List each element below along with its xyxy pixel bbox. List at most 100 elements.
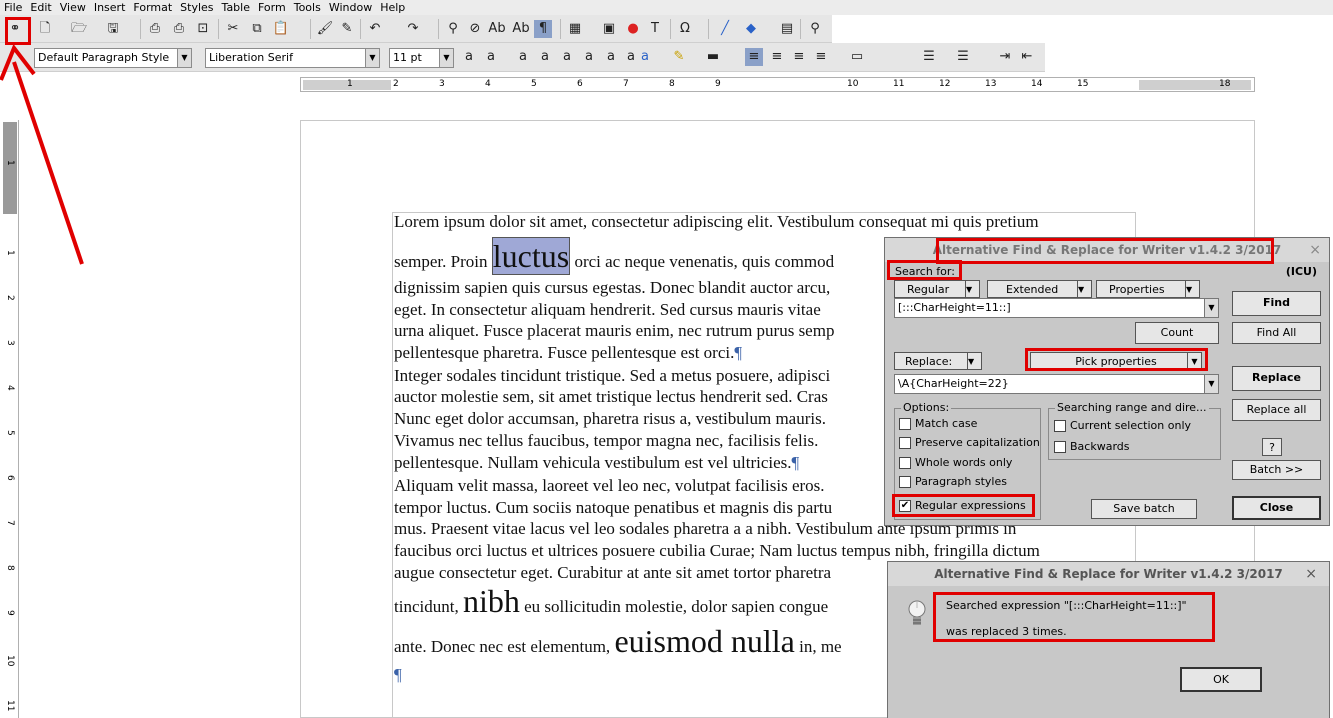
shapes-icon[interactable]: ◆ bbox=[742, 20, 760, 38]
text-line[interactable]: ¶ bbox=[394, 665, 402, 685]
menu-help[interactable]: Help bbox=[376, 0, 409, 15]
text-line[interactable]: Integer sodales tincidunt tristique. Sed… bbox=[394, 366, 830, 386]
find-button[interactable]: Find bbox=[1232, 291, 1321, 316]
font-color-icon[interactable]: a bbox=[636, 48, 654, 66]
undo-icon[interactable]: ↶ bbox=[366, 20, 384, 38]
list-icon[interactable]: ☰ bbox=[920, 48, 938, 66]
text-box-icon[interactable]: T bbox=[646, 20, 664, 38]
range-checkbox[interactable] bbox=[1054, 420, 1066, 432]
option-checkbox[interactable] bbox=[899, 457, 911, 469]
menu-view[interactable]: View bbox=[56, 0, 90, 15]
save-batch-button[interactable]: Save batch bbox=[1091, 499, 1197, 519]
menu-insert[interactable]: Insert bbox=[90, 0, 130, 15]
replace-button[interactable]: Replace bbox=[1232, 366, 1321, 391]
text-line[interactable]: Nunc eget dolor accumsan, pharetra risus… bbox=[394, 409, 826, 429]
batch-button[interactable]: Batch >> bbox=[1232, 460, 1321, 480]
redo-icon[interactable]: ↷ bbox=[404, 20, 422, 38]
superscript-icon[interactable]: a bbox=[602, 48, 620, 66]
horizontal-ruler[interactable]: 1 2 3 4 5 6 7 8 9 10 11 12 13 14 15 18 bbox=[300, 77, 1255, 92]
export-pdf-icon[interactable]: ⎙ bbox=[146, 20, 164, 38]
increase-indent-icon[interactable]: ⇥ bbox=[996, 48, 1014, 66]
chart-icon[interactable]: ● bbox=[624, 20, 642, 38]
strikethrough-icon[interactable]: a bbox=[580, 48, 598, 66]
text-line[interactable]: urna aliquet. Fusce placerat mauris enim… bbox=[394, 321, 834, 341]
font-name-select[interactable]: Liberation Serif ▼ bbox=[205, 48, 380, 68]
mode-extended-select[interactable]: Extended ▼ bbox=[987, 280, 1092, 298]
replace-input[interactable]: \A{CharHeight=22} ▼ bbox=[894, 374, 1219, 394]
help-button[interactable]: ? bbox=[1262, 438, 1282, 456]
binoculars-icon[interactable]: ⚭ bbox=[6, 20, 24, 38]
menu-tools[interactable]: Tools bbox=[290, 0, 325, 15]
save-icon[interactable]: 🖫 bbox=[104, 20, 122, 38]
decrease-indent-icon[interactable]: ⇤ bbox=[1018, 48, 1036, 66]
copy-icon[interactable]: ⧉ bbox=[248, 20, 266, 38]
zoom-icon[interactable]: ⚲ bbox=[806, 20, 824, 38]
print-icon[interactable]: ⎙ bbox=[170, 20, 188, 38]
update-style-icon[interactable]: a bbox=[460, 48, 478, 66]
close-icon[interactable]: × bbox=[1305, 566, 1317, 582]
option-checkbox[interactable] bbox=[899, 437, 911, 449]
replace-mode-select[interactable]: Replace: ▼ bbox=[894, 352, 982, 370]
form-icon[interactable]: ▤ bbox=[778, 20, 796, 38]
bold-icon[interactable]: a bbox=[514, 48, 532, 66]
text-line[interactable]: dignissim sapien quis cursus egestas. Do… bbox=[394, 278, 830, 298]
special-character-icon[interactable]: Ω bbox=[676, 20, 694, 38]
text-line[interactable]: Aliquam velit massa, laoreet vel leo nec… bbox=[394, 476, 825, 496]
align-right-icon[interactable]: ≡ bbox=[790, 48, 808, 66]
option-checkbox[interactable]: ✔ bbox=[899, 500, 911, 512]
close-button[interactable]: Close bbox=[1232, 496, 1321, 520]
text-line[interactable]: ante. Donec nec est elementum, euismod n… bbox=[394, 625, 842, 657]
mode-properties-select[interactable]: Properties ▼ bbox=[1096, 280, 1200, 298]
justify-icon[interactable]: ≡ bbox=[812, 48, 830, 66]
new-style-icon[interactable]: a bbox=[482, 48, 500, 66]
clone-formatting-icon[interactable]: 🖌 bbox=[316, 20, 334, 38]
menu-edit[interactable]: Edit bbox=[26, 0, 55, 15]
font-size-select[interactable]: 11 pt ▼ bbox=[389, 48, 454, 68]
italic-icon[interactable]: a bbox=[536, 48, 554, 66]
highlight-icon[interactable]: ✎ bbox=[670, 48, 688, 66]
new-document-icon[interactable]: 🗋 bbox=[36, 20, 54, 38]
clear-formatting-icon[interactable]: ✎ bbox=[338, 20, 356, 38]
spelling-icon[interactable]: Ab bbox=[488, 20, 506, 38]
menu-styles[interactable]: Styles bbox=[176, 0, 217, 15]
search-input[interactable]: [:::CharHeight=11::] ▼ bbox=[894, 298, 1219, 318]
count-button[interactable]: Count bbox=[1135, 322, 1219, 344]
find-icon[interactable]: ⚲ bbox=[444, 20, 462, 38]
menu-file[interactable]: File bbox=[0, 0, 26, 15]
text-line[interactable]: pellentesque. Nullam vehicula vestibulum… bbox=[394, 453, 799, 473]
cut-icon[interactable]: ✂ bbox=[224, 20, 242, 38]
option-checkbox[interactable] bbox=[899, 476, 911, 488]
ok-button[interactable]: OK bbox=[1180, 667, 1262, 692]
menu-form[interactable]: Form bbox=[254, 0, 290, 15]
paste-icon[interactable]: 📋 bbox=[272, 20, 290, 38]
pick-properties-select[interactable]: Pick properties ▼ bbox=[1030, 352, 1202, 370]
text-line[interactable]: eget. In consectetur aliquam hendrerit. … bbox=[394, 300, 821, 320]
numbered-list-icon[interactable]: ☰ bbox=[954, 48, 972, 66]
align-center-icon[interactable]: ≡ bbox=[768, 48, 786, 66]
option-checkbox[interactable] bbox=[899, 418, 911, 430]
background-color-icon[interactable]: ▬ bbox=[704, 48, 722, 66]
text-line[interactable]: tincidunt, nibh eu sollicitudin molestie… bbox=[394, 585, 828, 617]
table-icon[interactable]: ▦ bbox=[566, 20, 584, 38]
formatting-marks-icon[interactable]: ¶ bbox=[534, 20, 552, 38]
no-icon[interactable]: ⊘ bbox=[466, 20, 484, 38]
close-icon[interactable]: × bbox=[1309, 242, 1321, 258]
find-all-button[interactable]: Find All bbox=[1232, 322, 1321, 344]
text-line[interactable]: Lorem ipsum dolor sit amet, consectetur … bbox=[394, 212, 1039, 232]
text-line[interactable]: tempor luctus. Cum sociis natoque penati… bbox=[394, 498, 832, 518]
menu-table[interactable]: Table bbox=[218, 0, 254, 15]
range-checkbox[interactable] bbox=[1054, 441, 1066, 453]
print-preview-icon[interactable]: ⊡ bbox=[194, 20, 212, 38]
text-line[interactable]: semper. Proin luctus orci ac neque venen… bbox=[394, 237, 834, 275]
text-line[interactable]: auctor molestie sem, sit amet tristique … bbox=[394, 387, 828, 407]
text-line[interactable]: faucibus orci luctus et ultrices posuere… bbox=[394, 541, 1040, 561]
text-line[interactable]: augue consectetur eget. Curabitur at ant… bbox=[394, 563, 831, 583]
indent-icon[interactable]: ▭ bbox=[848, 48, 866, 66]
align-left-icon[interactable]: ≡ bbox=[745, 48, 763, 66]
menu-window[interactable]: Window bbox=[325, 0, 376, 15]
image-icon[interactable]: ▣ bbox=[600, 20, 618, 38]
underline-icon[interactable]: a bbox=[558, 48, 576, 66]
autospell-icon[interactable]: Ab bbox=[512, 20, 530, 38]
text-line[interactable]: pellentesque pharetra. Fusce pellentesqu… bbox=[394, 343, 742, 363]
open-icon[interactable]: 🗁 bbox=[70, 20, 88, 38]
